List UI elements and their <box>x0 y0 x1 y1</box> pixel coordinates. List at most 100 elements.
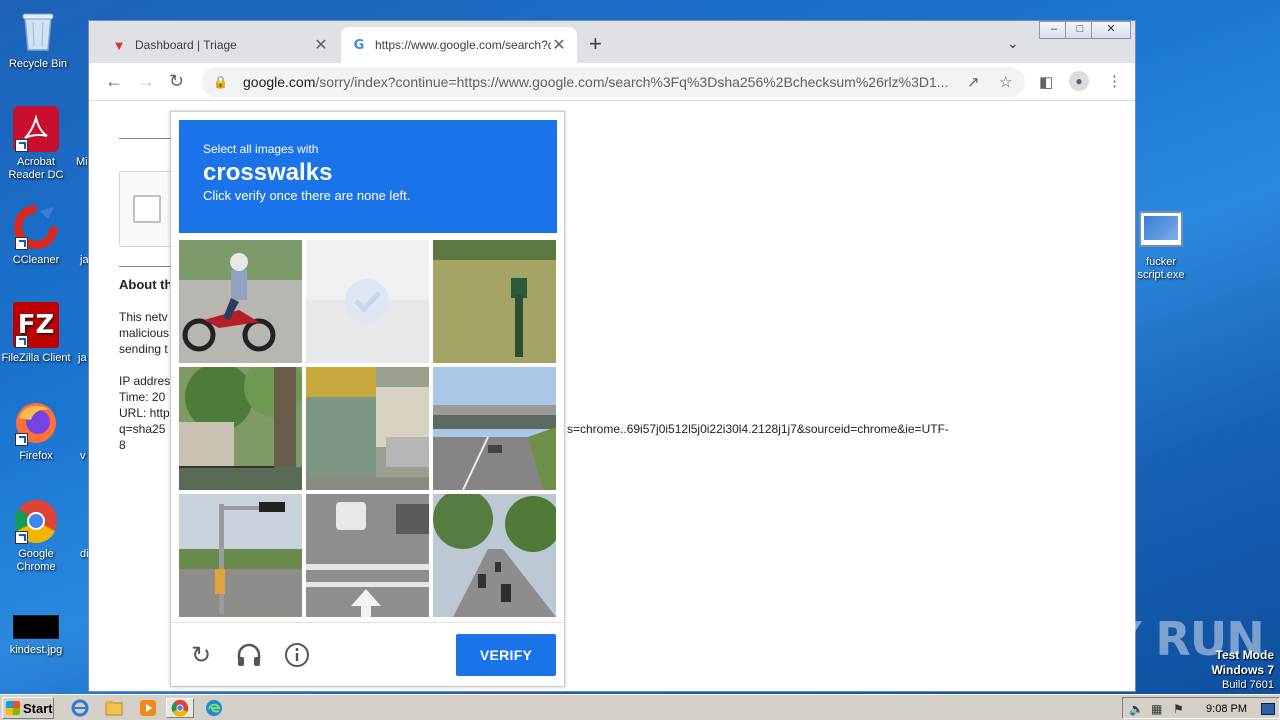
paragraph-line: This netv <box>119 310 168 324</box>
back-icon[interactable]: ← <box>105 71 123 91</box>
shortcut-arrow-icon <box>15 237 28 250</box>
executable-file-icon <box>1138 206 1184 252</box>
image-tile[interactable] <box>179 240 302 363</box>
tab-title: https://www.google.com/search?q= <box>375 38 551 52</box>
image-tile[interactable] <box>433 367 556 490</box>
shortcut-arrow-icon <box>15 433 28 446</box>
image-tile[interactable] <box>306 494 429 617</box>
close-tab-icon[interactable]: ✕ <box>313 35 329 55</box>
tab-triage[interactable]: ▼ Dashboard | Triage ✕ <box>101 27 339 63</box>
desktop-icon-recycle-bin[interactable]: Recycle Bin <box>0 8 76 71</box>
explanation-paragraph: This netv malicious sending t <box>119 309 169 357</box>
paragraph-line: malicious <box>119 326 170 340</box>
desktop-icon-filezilla[interactable]: FZ FileZilla Client <box>0 302 74 365</box>
reload-challenge-icon[interactable]: ↻ <box>187 641 215 669</box>
instruction-line: Select all images with <box>203 142 319 156</box>
taskbar-explorer-icon[interactable] <box>100 698 128 718</box>
desktop-icon-label: kindest.jpg <box>9 644 63 656</box>
image-grid <box>179 240 557 618</box>
info-line: Time: 20 <box>119 390 166 404</box>
firefox-icon <box>13 400 59 446</box>
tab-google[interactable]: G https://www.google.com/search?q= ✕ <box>341 27 577 63</box>
challenge-header: Select all images with crosswalks Click … <box>179 120 557 233</box>
desktop-icon-kindest[interactable]: kindest.jpg <box>0 614 74 657</box>
system-tray: 🔈 ▦ ⚑ 9:08 PM <box>1122 697 1280 719</box>
image-file-icon <box>13 614 59 640</box>
taskbar-ie-icon[interactable] <box>66 698 94 718</box>
desktop-icon-acrobat[interactable]: Acrobat Reader DC <box>0 106 74 182</box>
google-icon: G <box>353 37 365 53</box>
verify-button[interactable]: VERIFY <box>456 634 556 676</box>
desktop-icon-label: Firefox <box>19 450 53 462</box>
desktop-icon-chrome[interactable]: Google Chrome <box>0 498 74 574</box>
info-line: q=sha25 <box>119 422 166 436</box>
build-label: Build 7601 <box>1222 679 1274 691</box>
start-button[interactable]: Start <box>2 697 54 719</box>
browser-toolbar: ← → ↻ 🔒 google.com/sorry/index?continue=… <box>89 63 1135 101</box>
address-bar[interactable]: 🔒 google.com/sorry/index?continue=https:… <box>201 67 1025 97</box>
shortcut-arrow-icon <box>15 531 28 544</box>
audio-challenge-icon[interactable] <box>235 641 263 669</box>
taskbar-chrome-icon[interactable] <box>166 698 194 718</box>
ccleaner-icon <box>13 204 59 250</box>
show-desktop-icon[interactable] <box>1261 703 1275 715</box>
image-tile[interactable] <box>179 494 302 617</box>
action-center-flag-icon[interactable]: ⚑ <box>1173 702 1184 716</box>
address-host: google.com <box>243 74 316 90</box>
test-mode-label: Test Mode <box>1215 648 1274 662</box>
taskbar: Start 🔈 ▦ ⚑ 9:08 PM <box>0 694 1280 720</box>
recaptcha-challenge: Select all images with crosswalks Click … <box>170 111 565 687</box>
info-line: IP addres <box>119 374 171 388</box>
filezilla-icon: FZ <box>13 302 59 348</box>
clock[interactable]: 9:08 PM <box>1206 703 1247 715</box>
request-info: IP addres Time: 20 URL: http q=sha25 8 <box>119 373 170 453</box>
desktop-partial-label: v <box>80 450 86 462</box>
share-icon[interactable]: ↗ <box>967 73 980 91</box>
recaptcha-checkbox[interactable] <box>133 195 161 223</box>
reload-icon[interactable]: ↻ <box>169 71 184 91</box>
about-heading: About th <box>119 277 173 292</box>
info-line: URL: http <box>119 406 170 420</box>
desktop-icon-label: Google Chrome <box>16 548 56 573</box>
desktop-icon-firefox[interactable]: Firefox <box>0 400 74 463</box>
image-tile[interactable] <box>306 240 429 363</box>
shortcut-arrow-icon <box>15 335 28 348</box>
instruction-line: Click verify once there are none left. <box>203 188 411 203</box>
desktop-icon-ccleaner[interactable]: CCleaner <box>0 204 74 267</box>
paragraph-line: sending t <box>119 342 168 356</box>
tab-strip: ▼ Dashboard | Triage ✕ G https://www.goo… <box>89 21 1135 63</box>
tab-title: Dashboard | Triage <box>135 38 237 52</box>
taskbar-edge-icon[interactable] <box>200 698 228 718</box>
new-tab-icon[interactable]: + <box>589 33 602 55</box>
address-url[interactable]: google.com/sorry/index?continue=https://… <box>243 74 963 90</box>
lock-icon: 🔒 <box>213 75 228 89</box>
info-line: 8 <box>119 438 126 452</box>
profile-icon[interactable]: ● <box>1069 71 1089 91</box>
close-window-button[interactable]: ✕ <box>1091 21 1131 39</box>
recycle-bin-icon <box>15 8 61 54</box>
close-tab-icon[interactable]: ✕ <box>551 35 567 55</box>
image-tile[interactable] <box>433 494 556 617</box>
menu-kebab-icon[interactable]: ⋮ <box>1107 72 1122 90</box>
image-tile[interactable] <box>306 367 429 490</box>
tab-search-chevron-icon[interactable]: ⌄ <box>1007 35 1019 52</box>
triage-icon: ▼ <box>112 37 126 53</box>
start-label: Start <box>23 700 53 716</box>
side-panel-icon[interactable]: ◧ <box>1039 73 1053 91</box>
acrobat-icon <box>13 106 59 152</box>
image-tile[interactable] <box>433 240 556 363</box>
request-url-tail: s=chrome..69i57j0i512l5j0i22i30l4.2128j1… <box>567 422 949 436</box>
os-name-label: Windows 7 <box>1211 663 1274 677</box>
volume-icon[interactable]: 🔈 <box>1129 702 1144 716</box>
desktop-icon-label: Recycle Bin <box>8 58 68 70</box>
desktop-icon-label: FileZilla Client <box>1 352 71 364</box>
forward-icon[interactable]: → <box>137 71 155 91</box>
shortcut-arrow-icon <box>15 139 28 152</box>
image-tile[interactable] <box>179 367 302 490</box>
taskbar-media-player-icon[interactable] <box>134 698 162 718</box>
info-icon[interactable] <box>283 641 311 669</box>
desktop-partial-label: Mi <box>76 156 88 168</box>
network-icon[interactable]: ▦ <box>1151 702 1162 716</box>
desktop-icon-label: Acrobat Reader DC <box>8 156 64 181</box>
bookmark-star-icon[interactable]: ☆ <box>999 73 1012 91</box>
